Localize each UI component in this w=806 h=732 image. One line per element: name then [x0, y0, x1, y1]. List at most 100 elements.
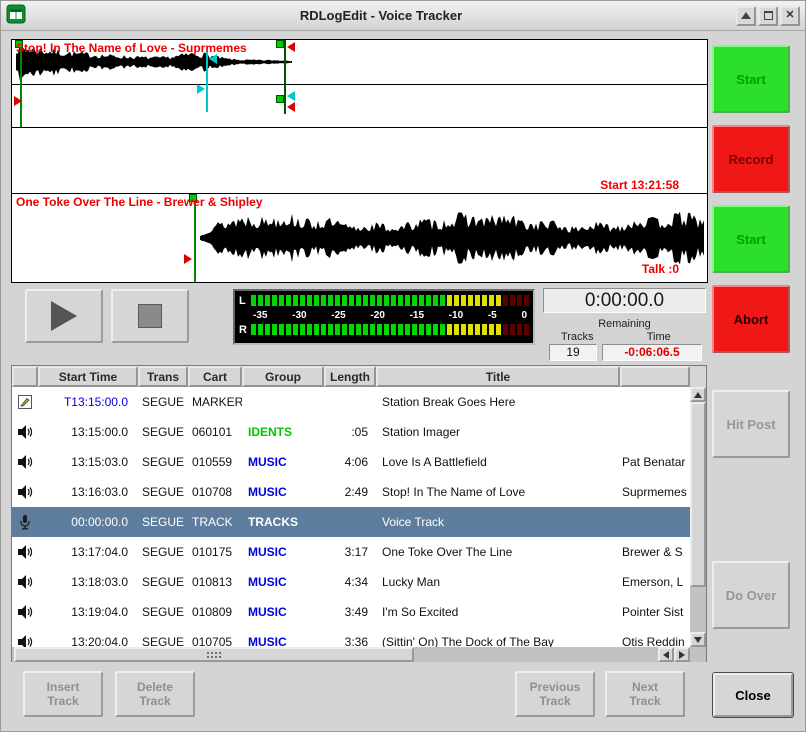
delete-track-button[interactable]: Delete Track	[115, 671, 195, 717]
log-row[interactable]: 13:18:03.0SEGUE010813MUSIC4:34Lucky ManE…	[12, 567, 690, 597]
waveform-pane-track1[interactable]: Stop! In The Name of Love - Suprmemes	[12, 40, 707, 128]
meter-segment	[419, 324, 424, 335]
play-button[interactable]	[25, 289, 103, 343]
cell-artist: Suprmemes	[620, 485, 690, 499]
segue-marker-arrow-cyan[interactable]	[287, 91, 295, 101]
fade-marker-handle-bottom[interactable]	[197, 84, 205, 94]
log-row[interactable]: 13:20:04.0SEGUE010705MUSIC3:36(Sittin' O…	[12, 627, 690, 647]
fade-marker-handle-top[interactable]	[209, 54, 217, 64]
log-row[interactable]: 13:15:00.0SEGUE060101IDENTS:05Station Im…	[12, 417, 690, 447]
tracks-remaining-label: Tracks	[543, 331, 611, 343]
titlebar[interactable]: RDLogEdit - Voice Tracker ✕	[1, 1, 805, 31]
meter-segment	[489, 324, 494, 335]
meter-scale-label: -35	[253, 310, 267, 321]
meter-right-label: R	[239, 324, 251, 336]
elapsed-time-display: 0:00:00.0	[543, 288, 706, 313]
cell-cart: 060101	[188, 425, 242, 439]
waveform-panel: Stop! In The Name of Love - Suprmemes St…	[11, 39, 708, 283]
track1-start-marker-arrow[interactable]	[14, 96, 22, 106]
horizontal-scrollbar[interactable]	[12, 647, 658, 662]
waveform-pane-voicetrack[interactable]: Start 13:21:58	[12, 128, 707, 194]
start-track1-button[interactable]: Start	[712, 45, 790, 113]
column-header-trans[interactable]: Trans	[138, 366, 188, 387]
column-header-cart[interactable]: Cart	[188, 366, 242, 387]
abort-button[interactable]: Abort	[712, 285, 790, 353]
vertical-scrollbar-track[interactable]	[690, 402, 706, 632]
next-track-button[interactable]: Next Track	[605, 671, 685, 717]
meter-segment	[300, 324, 305, 335]
cell-group: MUSIC	[242, 605, 324, 619]
shade-button[interactable]	[736, 6, 756, 26]
meter-segment	[468, 295, 473, 306]
horizontal-scrollbar-thumb[interactable]	[14, 647, 414, 662]
meter-segment	[475, 324, 480, 335]
arrow-right-icon	[679, 651, 685, 659]
meter-scale-label: -20	[370, 310, 384, 321]
log-row[interactable]: 00:00:00.0SEGUETRACKTRACKSVoice Track	[12, 507, 690, 537]
vertical-scrollbar[interactable]	[690, 387, 706, 647]
speaker-icon	[12, 574, 38, 590]
hit-post-button[interactable]: Hit Post	[712, 390, 790, 458]
cell-title: Stop! In The Name of Love	[376, 485, 620, 499]
meter-segment	[391, 295, 396, 306]
segue-marker-line[interactable]	[284, 40, 286, 114]
column-header-start-time[interactable]: Start Time	[38, 366, 138, 387]
column-header-blank[interactable]	[620, 366, 690, 387]
meter-segment	[524, 324, 529, 335]
stop-button[interactable]	[111, 289, 189, 343]
meter-segment	[314, 324, 319, 335]
cell-group: MUSIC	[242, 575, 324, 589]
log-row[interactable]: T13:15:00.0SEGUEMARKERStation Break Goes…	[12, 387, 690, 417]
column-header-group[interactable]: Group	[242, 366, 324, 387]
meter-segment	[258, 324, 263, 335]
track2-start-marker-arrow[interactable]	[184, 254, 192, 264]
previous-track-button[interactable]: Previous Track	[515, 671, 595, 717]
segue-marker-arrow-top[interactable]	[287, 42, 295, 52]
waveform-pane-track2[interactable]: One Toke Over The Line - Brewer & Shiple…	[12, 194, 707, 282]
start-track2-button[interactable]: Start	[712, 205, 790, 273]
column-header-blank[interactable]	[12, 366, 38, 387]
log-row[interactable]: 13:15:03.0SEGUE010559MUSIC4:06Love Is A …	[12, 447, 690, 477]
segue-marker-handle-top[interactable]	[276, 40, 284, 48]
scroll-right-button[interactable]	[674, 647, 690, 662]
log-row[interactable]: 13:16:03.0SEGUE010708MUSIC2:49Stop! In T…	[12, 477, 690, 507]
scroll-left-button[interactable]	[658, 647, 674, 662]
insert-track-button[interactable]: Insert Track	[23, 671, 103, 717]
segue-marker-arrow-bottom[interactable]	[287, 102, 295, 112]
log-row[interactable]: 13:17:04.0SEGUE010175MUSIC3:17One Toke O…	[12, 537, 690, 567]
meter-right-segments	[251, 324, 529, 335]
maximize-button[interactable]	[758, 6, 778, 26]
cell-artist: Otis Reddin	[620, 635, 690, 647]
scroll-up-button[interactable]	[690, 387, 706, 402]
close-window-button[interactable]: ✕	[780, 6, 800, 26]
meter-left-segments	[251, 295, 529, 306]
record-button[interactable]: Record	[712, 125, 790, 193]
meter-scale-label: -30	[292, 310, 306, 321]
segue-marker-handle-bottom[interactable]	[276, 95, 284, 103]
meter-segment	[391, 324, 396, 335]
shade-icon	[741, 12, 751, 19]
column-header-length[interactable]: Length	[324, 366, 376, 387]
close-button[interactable]: Close	[713, 673, 793, 717]
meter-segment	[377, 324, 382, 335]
cell-group: MUSIC	[242, 455, 324, 469]
meter-segment	[321, 295, 326, 306]
meter-segment	[384, 295, 389, 306]
arrow-down-icon	[694, 637, 702, 643]
column-header-title[interactable]: Title	[376, 366, 620, 387]
meter-segment	[482, 295, 487, 306]
vertical-scrollbar-thumb[interactable]	[690, 402, 706, 587]
app-window: RDLogEdit - Voice Tracker ✕ Stop! In The…	[0, 0, 806, 732]
log-row[interactable]: 13:19:04.0SEGUE010809MUSIC3:49I'm So Exc…	[12, 597, 690, 627]
scroll-down-button[interactable]	[690, 632, 706, 647]
fade-marker-line[interactable]	[206, 52, 208, 112]
meter-segment	[426, 295, 431, 306]
meter-segment	[335, 295, 340, 306]
meter-segment	[412, 295, 417, 306]
cell-group: MUSIC	[242, 635, 324, 647]
cell-length: 4:06	[324, 455, 376, 469]
speaker-icon	[12, 454, 38, 470]
do-over-button[interactable]: Do Over	[712, 561, 790, 629]
meter-scale: -35-30-25-20-15-10-50	[239, 308, 529, 322]
meter-segment	[517, 295, 522, 306]
